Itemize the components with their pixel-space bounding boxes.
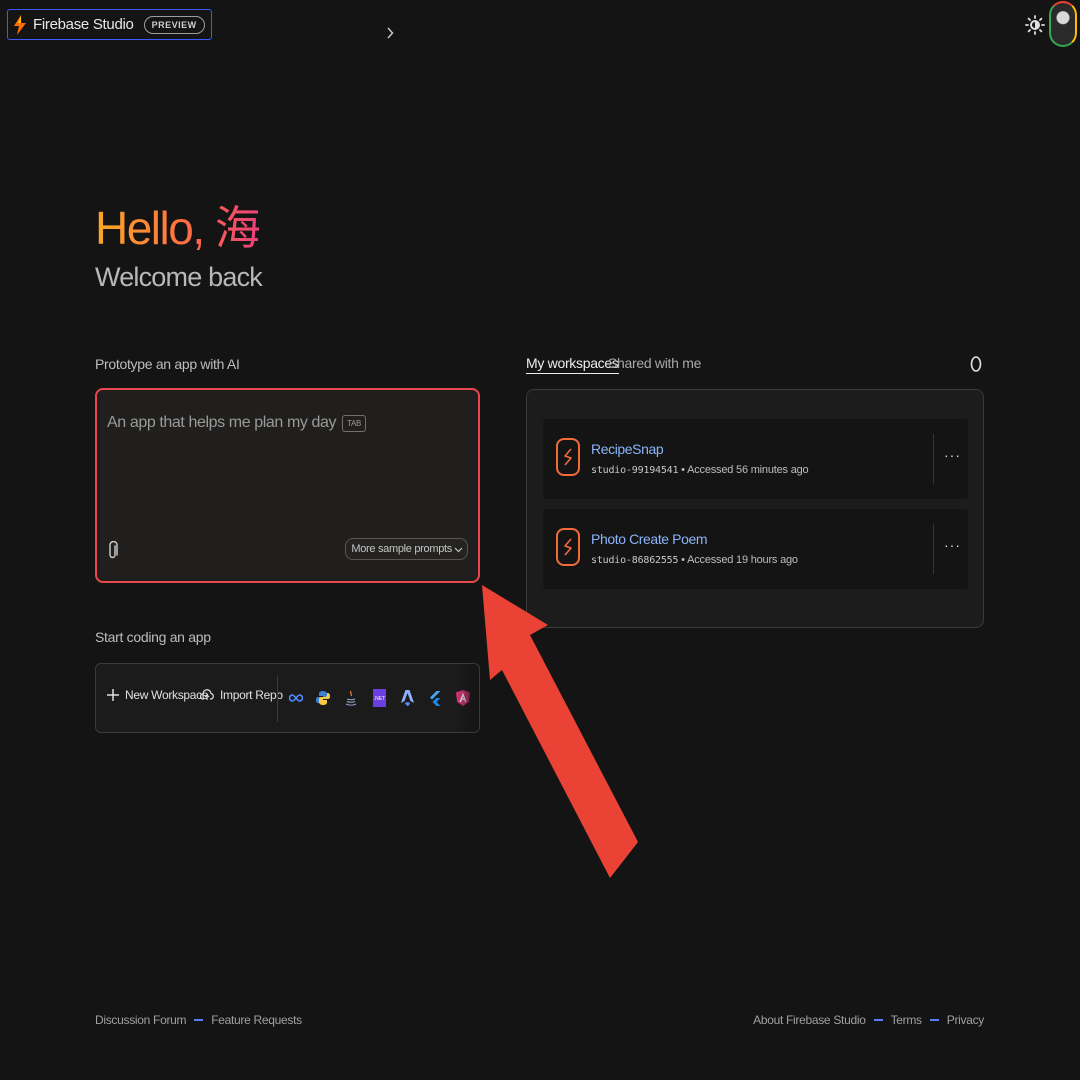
firebase-studio-home: Firebase Studio PREVIEW Hello, 海 Welcome…: [0, 0, 1080, 1080]
workspace-id: studio-99194541: [591, 465, 679, 476]
studio-spark-icon: [564, 538, 572, 556]
footer-separator: [194, 1019, 204, 1021]
workspace-icon: [556, 438, 580, 476]
footer-left-links: Discussion Forum Feature Requests: [95, 1013, 302, 1027]
brand-name: Firebase Studio: [33, 16, 134, 33]
sun-icon: [1025, 15, 1045, 35]
footer-terms-link[interactable]: Terms: [891, 1013, 922, 1027]
python-icon: [316, 691, 330, 705]
astro-icon: [400, 690, 414, 706]
workspace-accessed: Accessed 19 hours ago: [687, 554, 798, 566]
workspace-name[interactable]: Photo Create Poem: [591, 531, 708, 547]
prompt-placeholder-text: An app that helps me plan my day: [107, 414, 337, 431]
studio-spark-icon: [564, 448, 572, 466]
firebase-flame-icon: [14, 14, 26, 35]
footer-about-link[interactable]: About Firebase Studio: [753, 1013, 866, 1027]
workspace-meta: studio-86862555 • Accessed 19 hours ago: [591, 554, 798, 566]
template-flutter[interactable]: [425, 687, 445, 709]
import-repo-button[interactable]: Import Repo: [200, 688, 283, 702]
more-sample-prompts-label: More sample prompts: [351, 543, 452, 555]
dotnet-icon: .NET: [372, 689, 386, 707]
workspace-card[interactable]: RecipeSnap studio-99194541 • Accessed 56…: [543, 419, 968, 499]
template-astro[interactable]: [397, 687, 417, 709]
prototype-section-label: Prototype an app with AI: [95, 356, 240, 372]
preview-badge: PREVIEW: [143, 15, 205, 34]
footer-discussion-forum-link[interactable]: Discussion Forum: [95, 1013, 187, 1027]
templates-scroll-right-button[interactable]: [386, 26, 394, 42]
coding-section-label: Start coding an app: [95, 629, 211, 645]
footer-right-links: About Firebase Studio Terms Privacy: [753, 1013, 984, 1027]
workspace-id: studio-86862555: [591, 555, 679, 566]
chevron-down-icon: [454, 547, 463, 552]
workspace-meta: studio-99194541 • Accessed 56 minutes ag…: [591, 464, 809, 476]
workspace-accessed: Accessed 56 minutes ago: [687, 464, 809, 476]
tab-shared-with-me[interactable]: Shared with me: [608, 355, 701, 371]
footer-separator: [873, 1019, 883, 1021]
svg-text:.NET: .NET: [373, 696, 384, 702]
workspace-more-button[interactable]: ···: [944, 537, 961, 553]
prompt-input[interactable]: An app that helps me plan my day TAB Mor…: [95, 388, 480, 583]
footer-privacy-link[interactable]: Privacy: [947, 1013, 985, 1027]
java-icon: [345, 690, 357, 706]
more-horiz-icon: ···: [944, 447, 961, 463]
template-infinity[interactable]: [286, 687, 306, 709]
footer-separator: [929, 1019, 939, 1021]
workspace-card-divider: [933, 524, 934, 574]
chevron-right-icon: [387, 27, 394, 39]
greeting-welcome: Welcome back: [95, 262, 263, 292]
cloud-upload-icon: [200, 689, 214, 700]
user-avatar[interactable]: [1049, 1, 1077, 47]
tab-my-workspaces[interactable]: My workspaces: [526, 355, 619, 374]
plus-icon: [107, 689, 119, 701]
workspace-name[interactable]: RecipeSnap: [591, 441, 664, 457]
template-java[interactable]: [341, 687, 361, 709]
new-workspace-label: New Workspace: [125, 688, 209, 702]
greeting-hello: Hello, 海: [95, 202, 261, 254]
workspace-card-divider: [933, 434, 934, 484]
start-coding-bar: New Workspace Import Repo .NET: [95, 663, 480, 733]
workspace-more-button[interactable]: ···: [944, 447, 961, 463]
paperclip-icon[interactable]: [107, 541, 119, 561]
footer-feature-requests-link[interactable]: Feature Requests: [211, 1013, 302, 1027]
infinity-icon: [289, 694, 303, 702]
workspaces-panel: RecipeSnap studio-99194541 • Accessed 56…: [526, 389, 984, 628]
prompt-placeholder: An app that helps me plan my day TAB: [107, 414, 366, 432]
template-dotnet[interactable]: .NET: [369, 687, 389, 709]
refresh-icon[interactable]: [968, 354, 984, 374]
tab-hint-badge: TAB: [342, 414, 366, 432]
code-bar-divider: [277, 676, 278, 722]
workspace-icon: [556, 528, 580, 566]
flutter-icon: [430, 690, 441, 706]
import-repo-label: Import Repo: [220, 688, 283, 702]
template-python[interactable]: [313, 687, 333, 709]
theme-toggle-button[interactable]: [1024, 14, 1046, 36]
brand-logo-link[interactable]: Firebase Studio PREVIEW: [7, 9, 212, 40]
more-horiz-icon: ···: [944, 537, 961, 553]
new-workspace-button[interactable]: New Workspace: [107, 688, 209, 702]
more-sample-prompts-button[interactable]: More sample prompts: [345, 538, 468, 560]
workspace-card[interactable]: Photo Create Poem studio-86862555 • Acce…: [543, 509, 968, 589]
code-bar-fade: [456, 664, 479, 732]
